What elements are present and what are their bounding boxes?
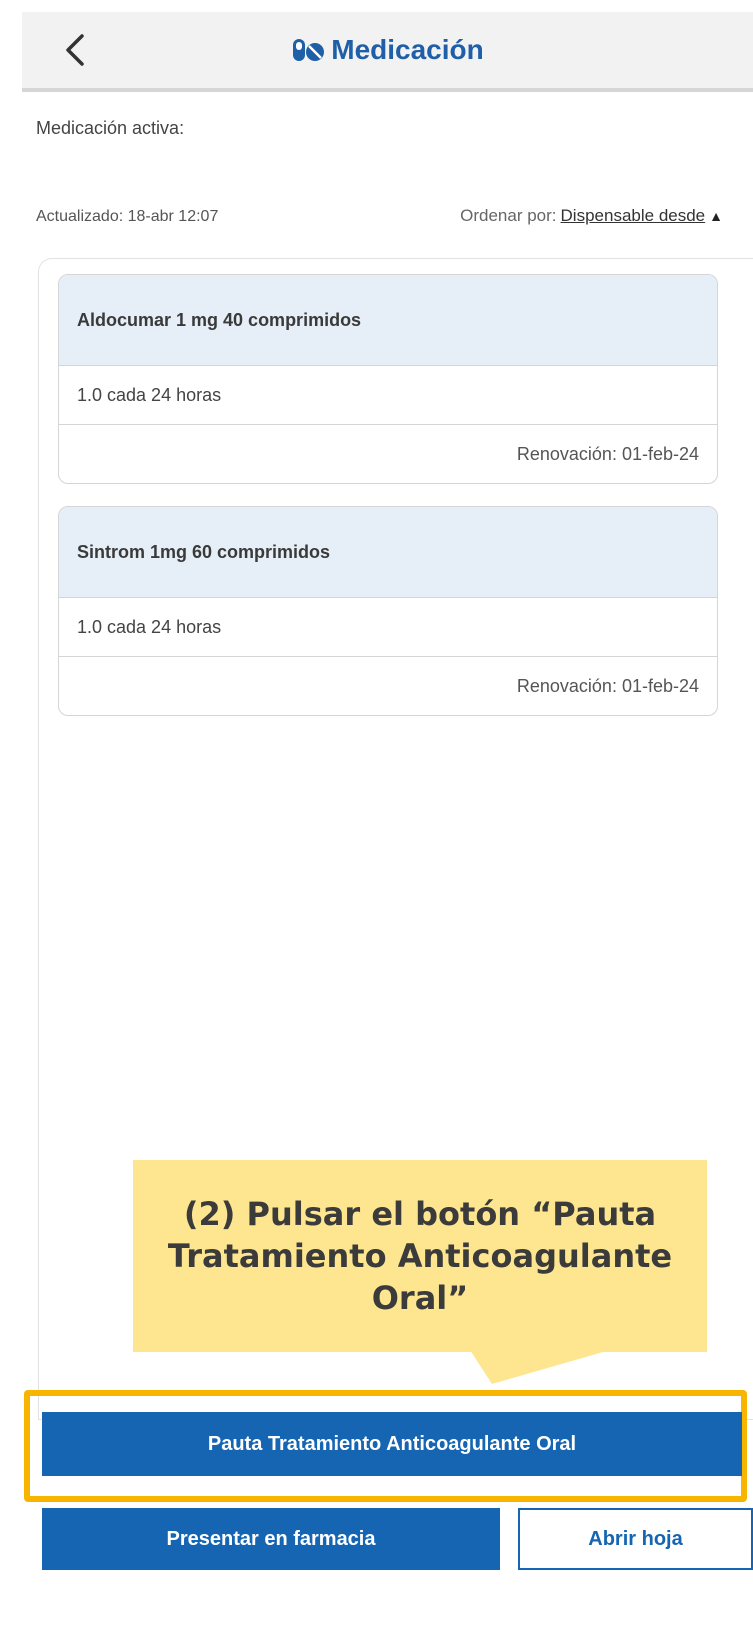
sort-field-link[interactable]: Dispensable desde — [561, 206, 706, 225]
instruction-callout-text: (2) Pulsar el botón “Pauta Tratamiento A… — [167, 1195, 673, 1317]
sort-ascending-icon[interactable]: ▲ — [709, 208, 723, 224]
updated-timestamp: Actualizado: 18-abr 12:07 — [36, 208, 219, 225]
medication-dose: 1.0 cada 24 horas — [59, 366, 717, 425]
medication-renewal: Renovación: 01-feb-24 — [516, 675, 699, 696]
anticoagulant-schedule-button[interactable]: Pauta Tratamiento Anticoagulante Oral — [42, 1412, 742, 1476]
page-title-text: Medicación — [331, 34, 484, 65]
active-medication-label: Medicación activa: — [36, 118, 185, 138]
sort-control: Ordenar por: Dispensable desde ▲ — [460, 206, 723, 226]
present-at-pharmacy-button[interactable]: Presentar en farmacia — [42, 1508, 500, 1570]
instruction-callout: (2) Pulsar el botón “Pauta Tratamiento A… — [133, 1160, 707, 1352]
page-title: Medicación — [22, 34, 753, 70]
sort-prefix: Ordenar por: — [460, 206, 557, 225]
app-header: Medicación — [22, 12, 753, 92]
open-sheet-button[interactable]: Abrir hoja — [518, 1508, 753, 1570]
medication-card[interactable]: Aldocumar 1 mg 40 comprimidos 1.0 cada 2… — [58, 274, 718, 484]
medication-name: Aldocumar 1 mg 40 comprimidos — [59, 275, 717, 366]
medication-dose: 1.0 cada 24 horas — [59, 598, 717, 657]
medication-renewal: Renovación: 01-feb-24 — [516, 443, 699, 464]
medication-card[interactable]: Sintrom 1mg 60 comprimidos 1.0 cada 24 h… — [58, 506, 718, 716]
pills-icon — [291, 37, 325, 70]
medication-name: Sintrom 1mg 60 comprimidos — [59, 507, 717, 598]
